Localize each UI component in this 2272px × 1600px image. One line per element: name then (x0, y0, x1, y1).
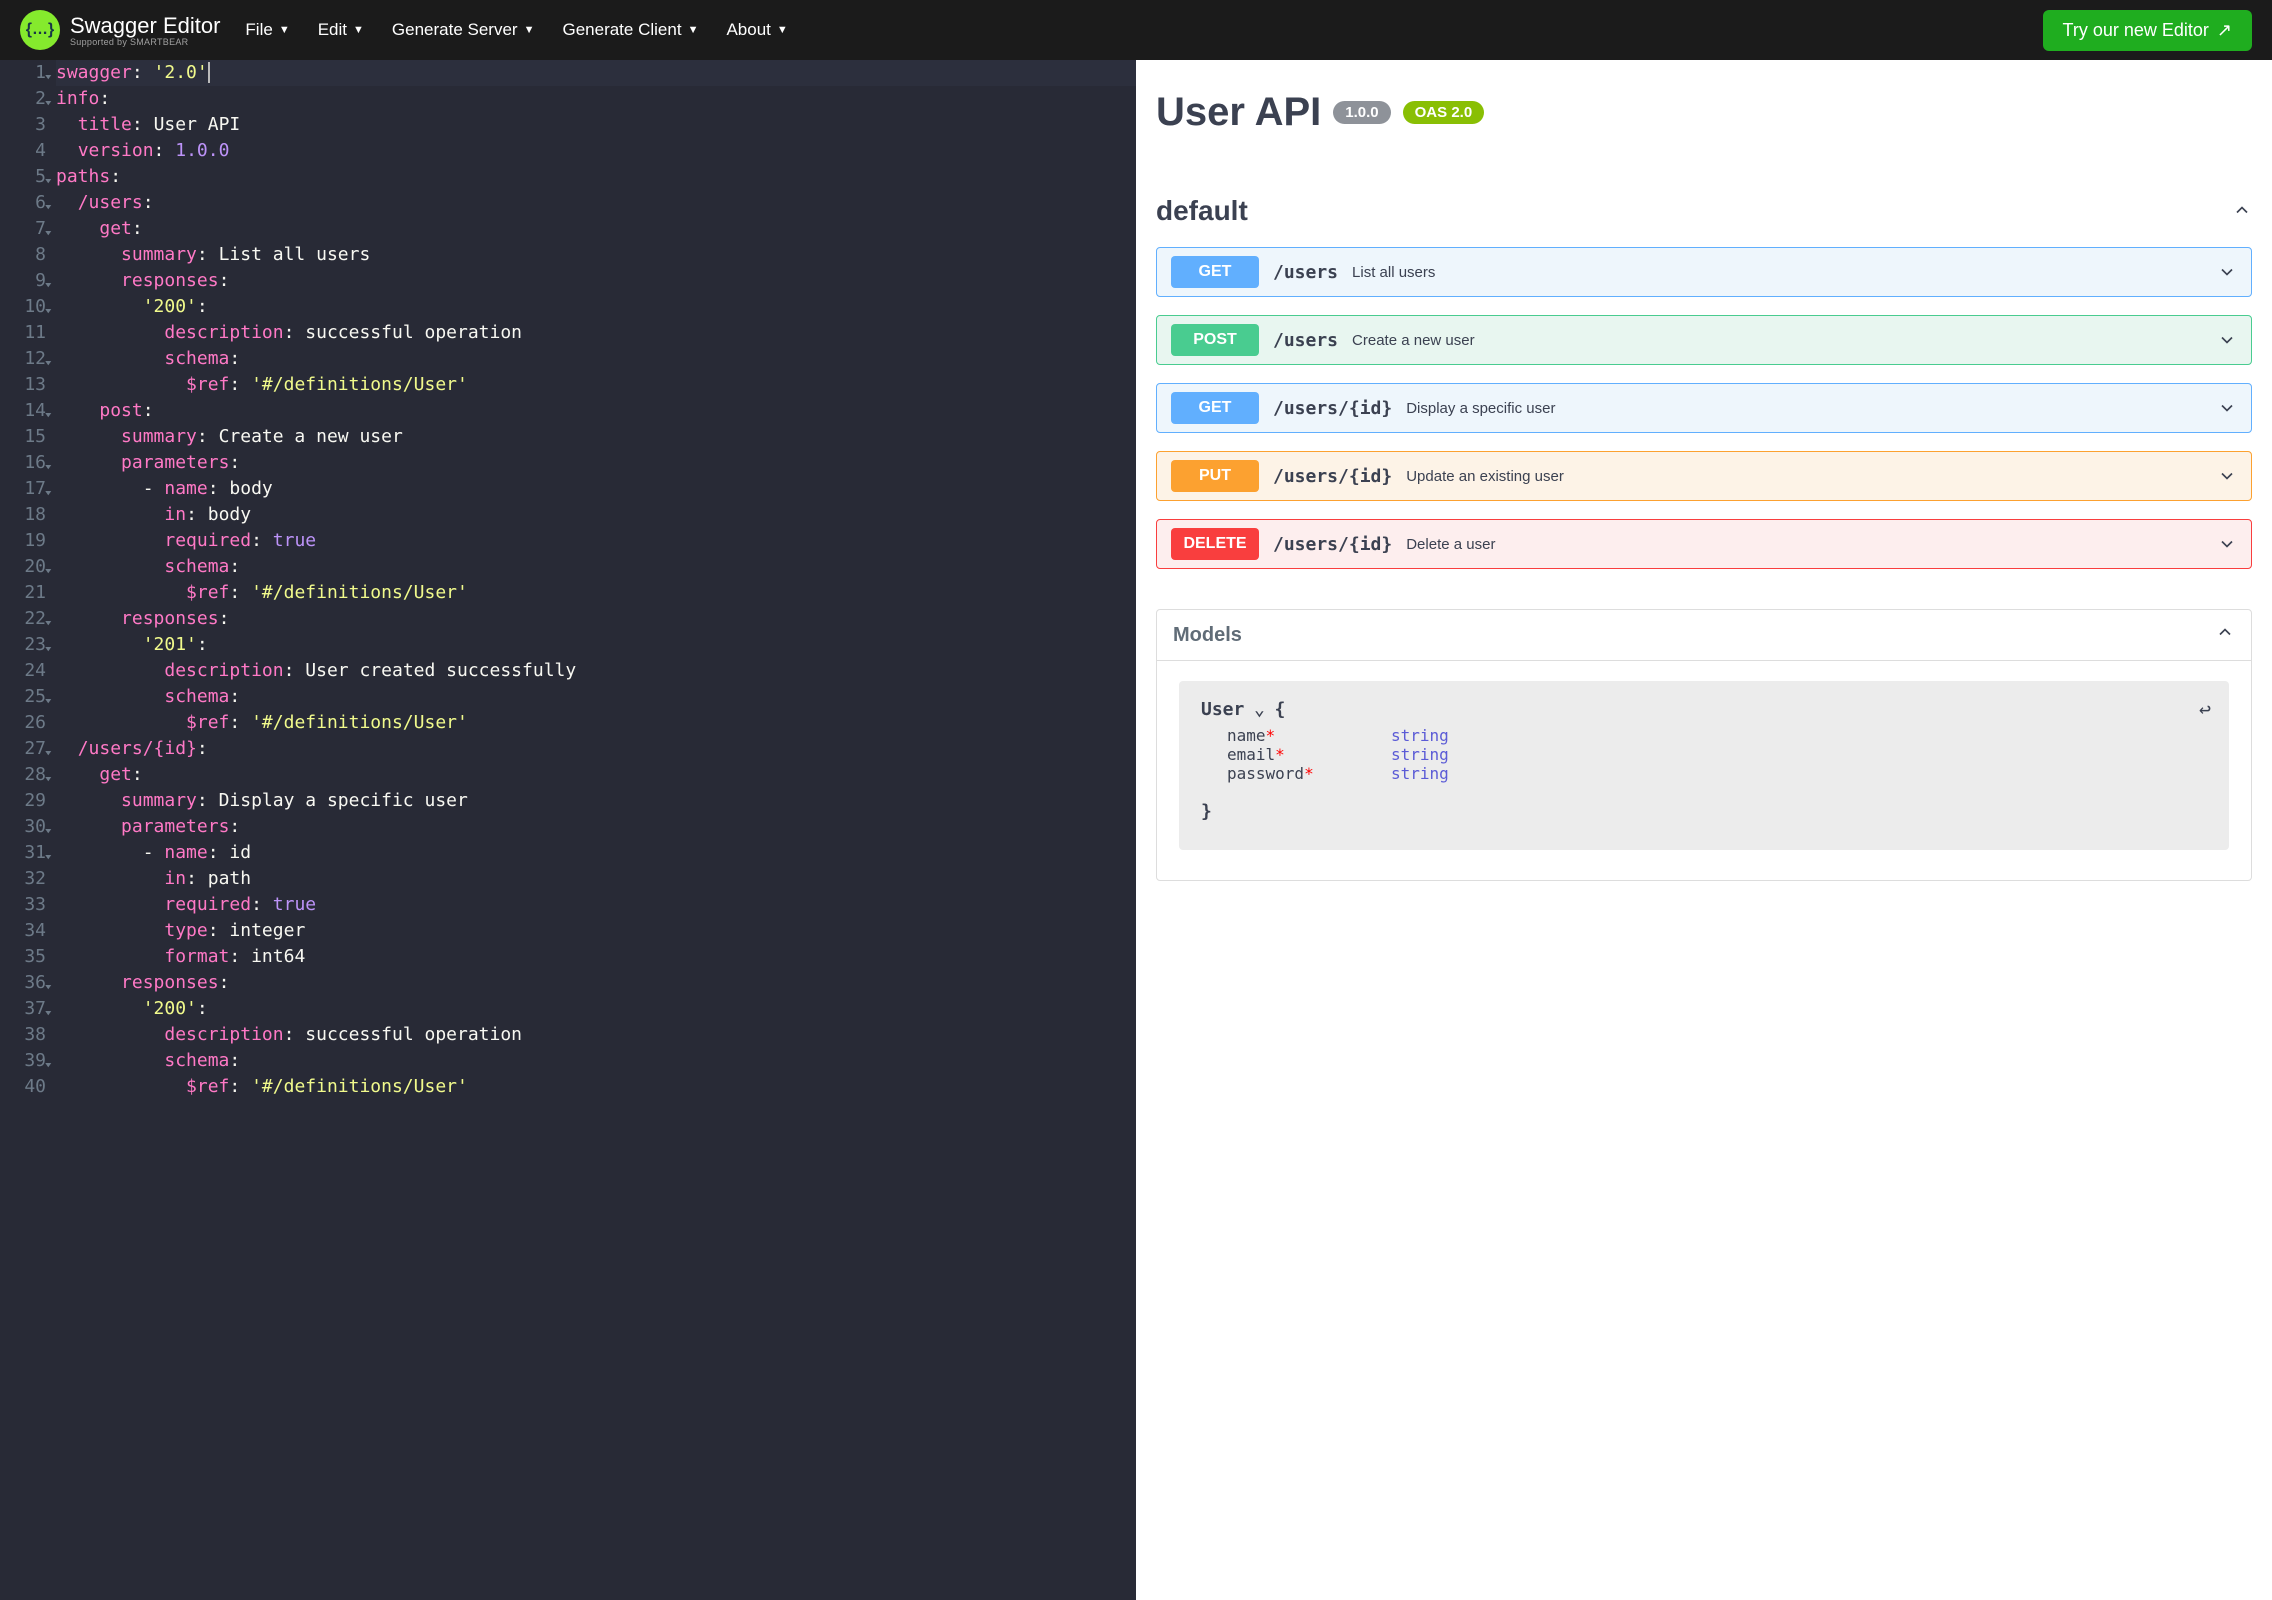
operation-path: /users/{id} (1273, 398, 1392, 419)
editor-code[interactable]: swagger: '2.0'info: title: User API vers… (56, 60, 1136, 1100)
header-left: {…} Swagger Editor Supported by SMARTBEA… (20, 10, 788, 50)
menu-label: About (726, 20, 770, 40)
section-name: default (1156, 195, 1248, 227)
models-title: Models (1173, 624, 1242, 647)
model-prop-name: email* (1201, 745, 1391, 764)
method-badge: POST (1171, 324, 1259, 356)
chevron-down-icon: ▼ (688, 24, 699, 36)
models-section: Models ↩ User ⌄ { name*stringemail*strin… (1156, 609, 2252, 881)
chevron-up-icon (2232, 195, 2252, 227)
chevron-down-icon (2217, 398, 2237, 418)
menu-about[interactable]: About ▼ (726, 20, 787, 40)
model-prop-row: email*string (1201, 745, 2207, 764)
chevron-down-icon[interactable]: ⌄ (1254, 699, 1265, 720)
method-badge: GET (1171, 392, 1259, 424)
version-badge: 1.0.0 (1333, 101, 1390, 124)
chevron-down-icon (2217, 534, 2237, 554)
chevron-down-icon (2217, 262, 2237, 282)
chevron-down-icon (2217, 330, 2237, 350)
method-badge: GET (1171, 256, 1259, 288)
chevron-down-icon: ▼ (279, 24, 290, 36)
model-prop-row: name*string (1201, 726, 2207, 745)
split-pane: 1234567891011121314151617181920212223242… (0, 60, 2272, 1600)
operation-summary: Update an existing user (1406, 468, 1564, 485)
brace-close: } (1201, 801, 2207, 822)
app-header: {…} Swagger Editor Supported by SMARTBEA… (0, 0, 2272, 60)
operation-path: /users (1273, 330, 1338, 351)
logo-text-block: Swagger Editor Supported by SMARTBEAR (70, 13, 220, 47)
preview-pane: User API 1.0.0 OAS 2.0 default GET/users… (1136, 60, 2272, 1600)
brand-name: Swagger Editor (70, 13, 220, 39)
model-user[interactable]: ↩ User ⌄ { name*stringemail*stringpasswo… (1179, 681, 2229, 850)
chevron-down-icon (2217, 466, 2237, 486)
collapse-icon[interactable]: ↩ (2199, 697, 2211, 721)
try-new-editor-button[interactable]: Try our new Editor ↗ (2043, 10, 2252, 51)
menu-label: Edit (318, 20, 347, 40)
menu-edit[interactable]: Edit ▼ (318, 20, 364, 40)
main-menu: File ▼ Edit ▼ Generate Server ▼ Generate Cl… (245, 20, 787, 40)
menu-label: Generate Client (562, 20, 681, 40)
menu-label: File (245, 20, 272, 40)
editor-gutter: 1234567891011121314151617181920212223242… (0, 60, 56, 1100)
operation-list: GET/users List all users POST/users Create … (1156, 247, 2252, 569)
operation-row[interactable]: DELETE/users/{id} Delete a user (1156, 519, 2252, 569)
oas-badge: OAS 2.0 (1403, 101, 1485, 124)
operation-path: /users (1273, 262, 1338, 283)
api-title: User API 1.0.0 OAS 2.0 (1156, 90, 2252, 135)
model-prop-row: password*string (1201, 764, 2207, 783)
operation-summary: List all users (1352, 264, 1435, 281)
method-badge: DELETE (1171, 528, 1259, 560)
models-header[interactable]: Models (1157, 610, 2251, 661)
model-prop-type: string (1391, 726, 1449, 745)
model-prop-name: password* (1201, 764, 1391, 783)
chevron-down-icon: ▼ (353, 24, 364, 36)
menu-generate-server[interactable]: Generate Server ▼ (392, 20, 535, 40)
chevron-down-icon: ▼ (777, 24, 788, 36)
model-prop-name: name* (1201, 726, 1391, 745)
model-prop-type: string (1391, 745, 1449, 764)
chevron-down-icon: ▼ (524, 24, 535, 36)
external-link-icon: ↗ (2217, 20, 2232, 41)
chevron-up-icon (2215, 622, 2235, 648)
operation-summary: Delete a user (1406, 536, 1495, 553)
operation-summary: Create a new user (1352, 332, 1475, 349)
editor-pane[interactable]: 1234567891011121314151617181920212223242… (0, 60, 1136, 1600)
swagger-logo[interactable]: {…} Swagger Editor Supported by SMARTBEA… (20, 10, 220, 50)
operation-row[interactable]: GET/users/{id} Display a specific user (1156, 383, 2252, 433)
operation-row[interactable]: POST/users Create a new user (1156, 315, 2252, 365)
menu-label: Generate Server (392, 20, 518, 40)
cta-label: Try our new Editor (2063, 20, 2209, 41)
operation-row[interactable]: GET/users List all users (1156, 247, 2252, 297)
menu-generate-client[interactable]: Generate Client ▼ (562, 20, 698, 40)
menu-file[interactable]: File ▼ (245, 20, 289, 40)
brace-open: { (1274, 699, 1285, 720)
api-title-text: User API (1156, 90, 1321, 135)
operation-path: /users/{id} (1273, 534, 1392, 555)
model-props: name*stringemail*stringpassword*string (1201, 726, 2207, 783)
operation-row[interactable]: PUT/users/{id} Update an existing user (1156, 451, 2252, 501)
model-name: User (1201, 699, 1244, 720)
model-prop-type: string (1391, 764, 1449, 783)
swagger-logo-icon: {…} (20, 10, 60, 50)
method-badge: PUT (1171, 460, 1259, 492)
tag-default-section-header[interactable]: default (1156, 195, 2252, 227)
operation-path: /users/{id} (1273, 466, 1392, 487)
operation-summary: Display a specific user (1406, 400, 1555, 417)
